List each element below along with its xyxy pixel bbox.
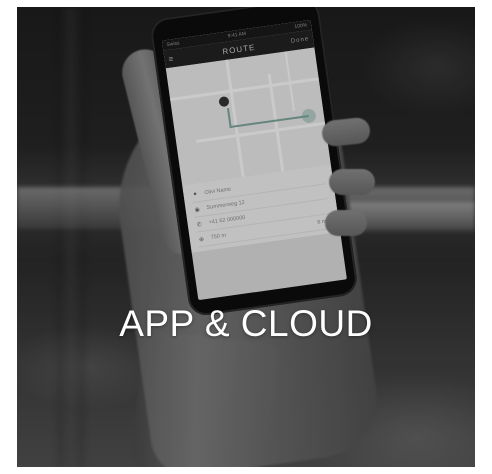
hero-image-tile[interactable]: Swiss 9:41 AM 100% ≡ ROUTE Done ● Olivi … — [17, 7, 475, 467]
dark-overlay — [17, 7, 475, 467]
tile-headline: APP & CLOUD — [119, 303, 373, 344]
